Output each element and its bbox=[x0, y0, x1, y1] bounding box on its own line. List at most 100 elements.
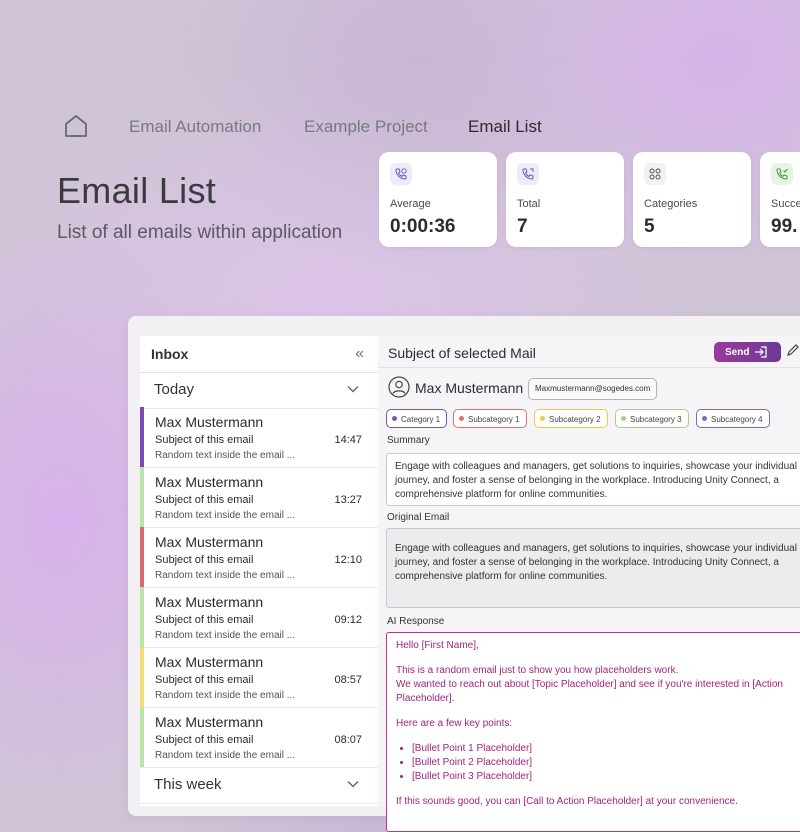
category-chip[interactable]: Subcategory 3 bbox=[615, 409, 689, 428]
ai-line: We wanted to reach out about [Topic Plac… bbox=[396, 679, 783, 704]
category-chip[interactable]: Category 1 bbox=[386, 409, 448, 428]
mail-time: 14:47 bbox=[334, 434, 362, 446]
ai-points-intro: Here are a few key points: bbox=[396, 718, 513, 729]
ai-bullet: [Bullet Point 2 Placeholder] bbox=[412, 756, 800, 770]
send-label: Send bbox=[725, 346, 750, 358]
list-item[interactable]: Max Mustermann Subject of this email 14:… bbox=[140, 407, 378, 468]
mail-preview: Random text inside the email ... bbox=[155, 630, 296, 641]
ai-closing: If this sounds good, you can [Call to Ac… bbox=[396, 796, 738, 807]
user-icon bbox=[388, 376, 410, 398]
inbox-header: Inbox « bbox=[140, 336, 378, 373]
mail-subject: Subject of this email bbox=[155, 734, 254, 746]
mail-subject: Subject of this email bbox=[155, 434, 254, 446]
stat-value: 7 bbox=[517, 216, 528, 237]
stat-value: 5 bbox=[644, 216, 655, 237]
chevron-down-icon[interactable] bbox=[346, 382, 360, 396]
list-item[interactable]: Max Mustermann Subject of this email 09:… bbox=[140, 587, 378, 648]
summary-box: Engage with colleagues and managers, get… bbox=[386, 453, 800, 506]
list-item[interactable]: Max Mustermann Subject of this email 12:… bbox=[140, 527, 378, 588]
category-chip[interactable]: Subcategory 2 bbox=[534, 409, 608, 428]
category-dot bbox=[392, 416, 397, 422]
category-dot bbox=[702, 416, 707, 422]
send-icon bbox=[755, 346, 768, 358]
category-label: Subcategory 2 bbox=[549, 415, 601, 424]
ai-response-label: AI Response bbox=[387, 616, 445, 627]
category-color-bar bbox=[140, 707, 144, 767]
category-label: Subcategory 3 bbox=[630, 415, 682, 424]
category-chip[interactable]: Subcategory 4 bbox=[696, 409, 770, 428]
phone-icon bbox=[517, 163, 539, 185]
ai-line: This is a random email just to show you … bbox=[396, 665, 679, 676]
ai-bullet-list: [Bullet Point 1 Placeholder] [Bullet Poi… bbox=[396, 742, 800, 784]
sender-name: Max Mustermann bbox=[415, 380, 524, 396]
mail-subject: Subject of this email bbox=[155, 494, 254, 506]
phone-check-icon bbox=[771, 163, 793, 185]
divider bbox=[378, 367, 800, 368]
category-chip[interactable]: Subcategory 1 bbox=[453, 409, 527, 428]
home-icon[interactable] bbox=[62, 112, 90, 140]
category-label: Subcategory 4 bbox=[711, 415, 763, 424]
category-label: Subcategory 1 bbox=[468, 415, 520, 424]
mail-preview: Random text inside the email ... bbox=[155, 570, 296, 581]
group-label: Today bbox=[154, 381, 195, 398]
group-label: This week bbox=[154, 776, 222, 793]
list-item[interactable]: Max Mustermann Subject of this email 08:… bbox=[140, 647, 378, 708]
mail-time: 08:07 bbox=[334, 734, 362, 746]
mail-subject: Subject of this email bbox=[155, 614, 254, 626]
stat-label: Categories bbox=[644, 198, 698, 210]
group-this-week[interactable]: This week bbox=[140, 767, 378, 804]
original-email-label: Original Email bbox=[387, 512, 450, 523]
original-email-box: Engage with colleagues and managers, get… bbox=[386, 528, 800, 608]
group-today[interactable]: Today bbox=[140, 372, 378, 409]
breadcrumb-example-project[interactable]: Example Project bbox=[304, 117, 428, 137]
mail-sender: Max Mustermann bbox=[155, 654, 264, 670]
mail-detail: Subject of selected Mail Send Max Muster… bbox=[378, 336, 800, 832]
ai-greeting: Hello [First Name], bbox=[396, 640, 479, 651]
category-color-bar bbox=[140, 647, 144, 707]
ai-response-editor[interactable]: Hello [First Name], This is a random ema… bbox=[386, 632, 800, 832]
stat-card-success: Succes 99. bbox=[760, 152, 800, 247]
ai-bullet: [Bullet Point 3 Placeholder] bbox=[412, 770, 800, 784]
mail-sender: Max Mustermann bbox=[155, 714, 264, 730]
mail-subject: Subject of this email bbox=[155, 554, 254, 566]
category-color-bar bbox=[140, 527, 144, 587]
category-dot bbox=[540, 416, 545, 422]
stat-card-average: Average 0:00:36 bbox=[379, 152, 497, 247]
mail-time: 08:57 bbox=[334, 674, 362, 686]
collapse-icon[interactable]: « bbox=[355, 345, 364, 363]
mail-sender: Max Mustermann bbox=[155, 594, 264, 610]
mail-sender: Max Mustermann bbox=[155, 414, 264, 430]
page-subtitle: List of all emails within application bbox=[57, 222, 343, 243]
inbox-list: Inbox « Today Max Mustermann Subject of … bbox=[140, 336, 378, 806]
mail-subject: Subject of this email bbox=[155, 674, 254, 686]
list-item[interactable]: Max Mustermann Subject of this email 08:… bbox=[140, 707, 378, 768]
stat-card-categories: Categories 5 bbox=[633, 152, 751, 247]
send-button[interactable]: Send bbox=[714, 342, 781, 362]
chevron-down-icon[interactable] bbox=[346, 777, 360, 791]
list-item[interactable]: Max Mustermann Subject of this email 13:… bbox=[140, 467, 378, 528]
phone-clock-icon bbox=[390, 163, 412, 185]
mail-preview: Random text inside the email ... bbox=[155, 450, 296, 461]
stat-card-total: Total 7 bbox=[506, 152, 624, 247]
mail-preview: Random text inside the email ... bbox=[155, 510, 296, 521]
category-label: Category 1 bbox=[401, 415, 441, 424]
category-color-bar bbox=[140, 407, 144, 467]
stat-value: 99. bbox=[771, 216, 798, 237]
category-color-bar bbox=[140, 467, 144, 527]
breadcrumb-email-automation[interactable]: Email Automation bbox=[129, 117, 261, 137]
category-dot bbox=[621, 416, 626, 422]
page-title: Email List bbox=[57, 170, 217, 211]
ai-bullet: [Bullet Point 1 Placeholder] bbox=[412, 742, 800, 756]
mail-time: 12:10 bbox=[334, 554, 362, 566]
stat-label: Total bbox=[517, 198, 541, 210]
mail-sender: Max Mustermann bbox=[155, 474, 264, 490]
mail-time: 09:12 bbox=[334, 614, 362, 626]
stat-label: Succes bbox=[771, 198, 800, 210]
category-dot bbox=[459, 416, 464, 422]
inbox-title: Inbox bbox=[151, 346, 189, 362]
sender-email-chip[interactable]: Maxmustermann@sogedes.com bbox=[528, 378, 658, 400]
mail-time: 13:27 bbox=[334, 494, 362, 506]
summary-label: Summary bbox=[387, 435, 430, 446]
pencil-icon[interactable] bbox=[786, 343, 800, 357]
mail-sender: Max Mustermann bbox=[155, 534, 264, 550]
